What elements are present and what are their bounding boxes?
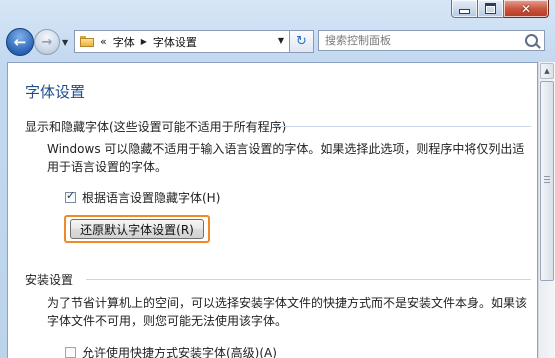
minimize-icon <box>459 9 470 14</box>
page-title: 字体设置 <box>25 83 86 101</box>
breadcrumb-fonts[interactable]: 字体 <box>113 34 135 50</box>
vertical-scrollbar[interactable]: ▲ <box>538 62 555 358</box>
shortcut-install-checkbox-row[interactable]: 允许使用快捷方式安装字体(高级)(A) <box>65 344 277 358</box>
section-divider <box>86 279 531 280</box>
refresh-button[interactable]: ↻ <box>289 30 314 53</box>
breadcrumb-separator-icon[interactable]: ▶ <box>141 37 147 46</box>
refresh-icon: ↻ <box>296 34 307 49</box>
navigation-bar: ← → ▼ « 字体 ▶ 字体设置 ▼ ↻ <box>0 22 555 60</box>
search-icon[interactable] <box>525 34 538 47</box>
maximize-button[interactable] <box>478 0 504 18</box>
address-dropdown-icon[interactable]: ▼ <box>278 36 284 45</box>
shortcut-install-checkbox-label[interactable]: 允许使用快捷方式安装字体(高级)(A) <box>82 344 277 358</box>
restore-default-font-settings-button[interactable]: 还原默认字体设置(R) <box>70 219 204 239</box>
shortcut-install-checkbox[interactable] <box>65 347 76 358</box>
address-bar[interactable]: « 字体 ▶ 字体设置 ▼ <box>74 30 290 53</box>
content-pane: 字体设置 显示和隐藏字体(这些设置可能不适用于所有程序) Windows 可以隐… <box>7 62 538 358</box>
grip-line <box>544 182 550 183</box>
hide-fonts-checkbox-label[interactable]: 根据语言设置隐藏字体(H) <box>82 189 220 206</box>
grip-line <box>544 179 550 180</box>
window-frame: ✕ ← → ▼ « 字体 ▶ 字体设置 ▼ ↻ 字体设置 显 <box>0 0 555 358</box>
back-button[interactable]: ← <box>6 28 34 56</box>
hide-fonts-checkbox[interactable] <box>65 189 76 203</box>
restore-button-highlight: 还原默认字体设置(R) <box>64 215 210 243</box>
recent-pages-dropdown[interactable]: ▼ <box>62 38 68 47</box>
hide-fonts-checkbox-row[interactable]: 根据语言设置隐藏字体(H) <box>65 189 220 206</box>
maximize-icon <box>485 3 496 14</box>
forward-arrow-icon: → <box>41 34 53 50</box>
address-overflow-chevron[interactable]: « <box>100 35 107 48</box>
search-input[interactable] <box>319 31 511 50</box>
control-panel-folder-icon <box>80 36 94 47</box>
chevron-up-icon: ▲ <box>544 67 550 75</box>
grip-icon <box>544 176 550 177</box>
install-settings-section-heading: 安装设置 <box>25 273 74 287</box>
hide-fonts-section-heading: 显示和隐藏字体(这些设置可能不适用于所有程序) <box>25 120 287 134</box>
forward-button[interactable]: → <box>34 29 60 55</box>
hide-fonts-description: Windows 可以隐藏不适用于输入语言设置的字体。如果选择此选项，则程序中将仅… <box>47 142 525 174</box>
scrollbar-thumb[interactable] <box>540 81 554 281</box>
minimize-button[interactable] <box>451 0 478 18</box>
close-icon: ✕ <box>520 1 532 16</box>
section-divider <box>276 126 531 127</box>
caption-buttons: ✕ <box>451 0 549 18</box>
close-button[interactable]: ✕ <box>504 0 549 18</box>
install-settings-description: 为了节省计算机上的空间，可以选择安装字体文件的快捷方式而不是安装文件本身。如果该… <box>47 296 528 328</box>
back-arrow-icon: ← <box>13 33 27 51</box>
breadcrumb-font-settings[interactable]: 字体设置 <box>153 34 197 50</box>
search-box[interactable] <box>318 30 545 51</box>
scroll-up-button[interactable]: ▲ <box>540 63 554 79</box>
